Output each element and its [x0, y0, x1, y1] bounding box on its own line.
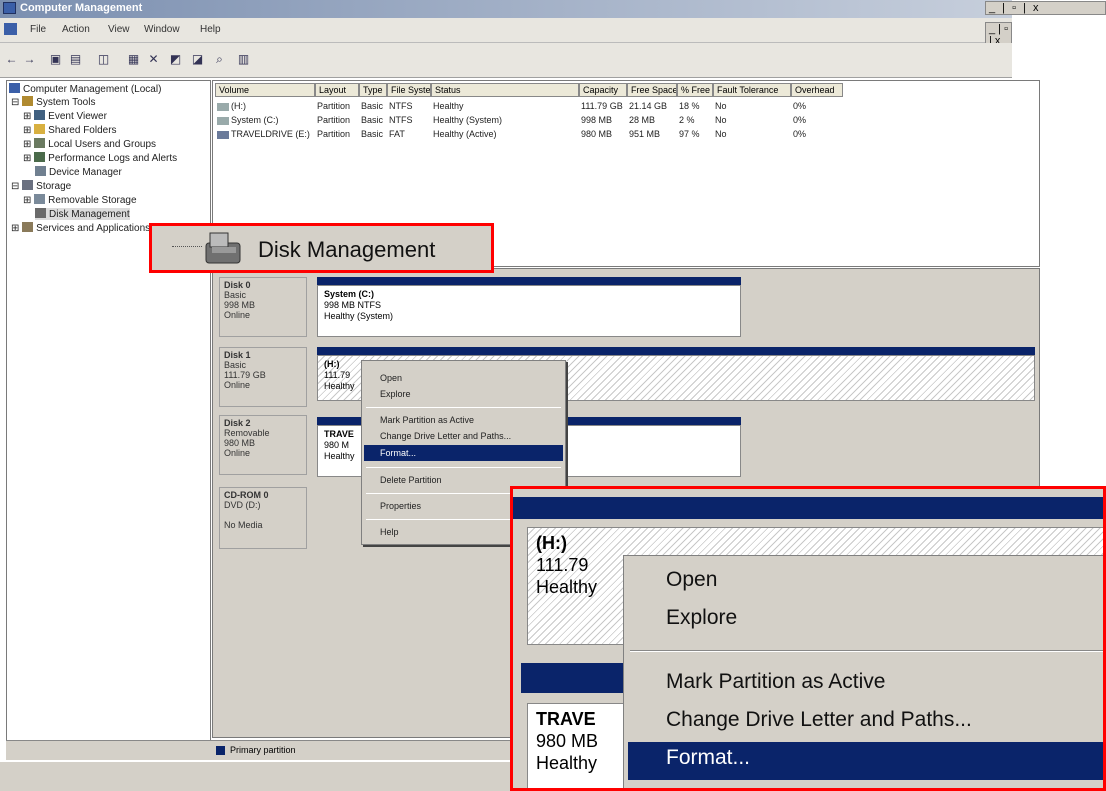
window-title: Computer Management: [20, 2, 143, 14]
column-header-file-system[interactable]: File System: [387, 83, 431, 97]
menu-action[interactable]: Action: [62, 24, 90, 35]
tree-item-storage[interactable]: ⊟ Storage: [11, 180, 71, 192]
column-header-type[interactable]: Type: [359, 83, 387, 97]
drive-icon: [217, 103, 229, 111]
column-header-status[interactable]: Status: [431, 83, 579, 97]
callout-zoomed-context-menu: (H:) 111.79 Healthy TRAVE 980 MB Healthy…: [510, 486, 1106, 791]
tree-connector-dots: [172, 246, 202, 247]
window-controls[interactable]: _ | ▫ | x: [985, 1, 1106, 15]
event-viewer-icon: [34, 110, 46, 120]
disk-management-icon: [35, 208, 46, 218]
zoom-menu-item-mark-active[interactable]: Mark Partition as Active: [666, 670, 885, 694]
menu-item-mark-active[interactable]: Mark Partition as Active: [380, 415, 474, 425]
back-icon[interactable]: ←: [4, 52, 19, 66]
drive-icon: [217, 117, 229, 125]
tree-item-local-users[interactable]: ⊞ Local Users and Groups: [23, 138, 156, 150]
zoom-menu-item-format[interactable]: Format...: [666, 746, 750, 770]
tree-item-event-viewer[interactable]: ⊞ Event Viewer: [23, 110, 107, 122]
primary-partition-legend-swatch: [216, 746, 225, 755]
menu-separator: [366, 407, 561, 408]
services-icon: [22, 222, 34, 232]
menu-window[interactable]: Window: [144, 24, 180, 35]
mmc-icon: [4, 23, 17, 35]
delete-icon[interactable]: ✕: [146, 52, 161, 66]
zoom-menu-item-explore[interactable]: Explore: [666, 606, 737, 630]
tree-item-device-manager[interactable]: Device Manager: [35, 166, 122, 178]
column-header-volume[interactable]: Volume: [215, 83, 315, 97]
up-folder-icon[interactable]: ▣: [48, 52, 63, 66]
menu-item-help[interactable]: Help: [380, 527, 399, 537]
connect-icon[interactable]: ◩: [168, 52, 183, 66]
column-header-free-space[interactable]: Free Space: [627, 83, 677, 97]
zoom-menu-item-change-drive-letter[interactable]: Change Drive Letter and Paths...: [666, 708, 972, 732]
disk-label-cdrom[interactable]: CD-ROM 0 DVD (D:) No Media: [219, 487, 307, 549]
column-header-fault-tolerance[interactable]: Fault Tolerance: [713, 83, 791, 97]
menu-bar: File Action View Window Help _ | ▫ | x: [0, 18, 1012, 48]
callout-disk-management: Disk Management: [149, 223, 494, 273]
help-icon[interactable]: ▥: [236, 52, 251, 66]
zoom-menu-separator: [630, 650, 1103, 652]
menu-item-properties[interactable]: Properties: [380, 501, 421, 511]
menu-item-open[interactable]: Open: [380, 373, 402, 383]
callout-disk-management-label: Disk Management: [258, 237, 436, 262]
users-icon: [34, 138, 46, 148]
tree-item-removable-storage[interactable]: ⊞ Removable Storage: [23, 194, 137, 206]
tree-item-performance-logs[interactable]: ⊞ Performance Logs and Alerts: [23, 152, 177, 164]
column-header-percent-free[interactable]: % Free: [677, 83, 713, 97]
view-icon[interactable]: ▦: [126, 52, 141, 66]
menu-item-explore[interactable]: Explore: [380, 389, 411, 399]
menu-item-delete-partition[interactable]: Delete Partition: [380, 475, 442, 485]
computer-icon: [9, 83, 20, 93]
column-header-capacity[interactable]: Capacity: [579, 83, 627, 97]
menu-item-format[interactable]: Format...: [380, 448, 416, 458]
folder-icon: [34, 124, 46, 134]
disk-0-bar: [317, 277, 741, 285]
window-title-bar: Computer Management: [0, 0, 1012, 18]
performance-icon: [34, 152, 46, 162]
search-icon[interactable]: ⌕: [212, 52, 227, 66]
disk-label-2[interactable]: Disk 2 Removable 980 MB Online: [219, 415, 307, 475]
removable-storage-icon: [34, 194, 46, 204]
menu-item-change-drive-letter[interactable]: Change Drive Letter and Paths...: [380, 431, 511, 441]
tree-item-shared-folders[interactable]: ⊞ Shared Folders: [23, 124, 117, 136]
toolbar: ← → ▣ ▤ ◫ ▦ ✕ ◩ ◪ ⌕ ▥: [0, 43, 1012, 78]
column-header-layout[interactable]: Layout: [315, 83, 359, 97]
menu-view[interactable]: View: [108, 24, 130, 35]
computer-management-icon: [3, 2, 16, 14]
console-tree: Computer Management (Local) ⊟ System Too…: [6, 80, 211, 760]
show-hide-tree-icon[interactable]: ▤: [68, 52, 83, 66]
storage-icon: [22, 180, 34, 190]
tree-item-disk-management[interactable]: Disk Management: [35, 208, 130, 220]
disk-label-1[interactable]: Disk 1 Basic 111.79 GB Online: [219, 347, 307, 407]
device-manager-icon: [35, 166, 46, 176]
zoom-disk-bar-1: [513, 497, 1103, 519]
forward-icon[interactable]: →: [22, 52, 37, 66]
partition-system-c[interactable]: System (C:) 998 MB NTFS Healthy (System): [317, 285, 741, 337]
zoom-context-menu: Open Explore Mark Partition as Active Ch…: [623, 555, 1103, 788]
tree-item-system-tools[interactable]: ⊟ System Tools: [11, 96, 95, 108]
disk-1-bar: [317, 347, 1035, 355]
properties-icon[interactable]: ◫: [96, 52, 111, 66]
column-header-overhead[interactable]: Overhead: [791, 83, 843, 97]
removable-drive-icon: [217, 131, 229, 139]
disk-management-icon: [205, 232, 241, 264]
tree-item-root[interactable]: Computer Management (Local): [9, 83, 161, 95]
menu-file[interactable]: File: [30, 24, 46, 35]
legend-primary-partition: Primary partition: [230, 745, 296, 755]
zoom-menu-item-open[interactable]: Open: [666, 568, 717, 592]
menu-separator: [366, 467, 561, 468]
export-icon[interactable]: ◪: [190, 52, 205, 66]
tools-icon: [22, 96, 34, 106]
menu-help[interactable]: Help: [200, 24, 221, 35]
tree-item-services[interactable]: ⊞ Services and Applications: [11, 222, 150, 234]
disk-label-0[interactable]: Disk 0 Basic 998 MB Online: [219, 277, 307, 337]
